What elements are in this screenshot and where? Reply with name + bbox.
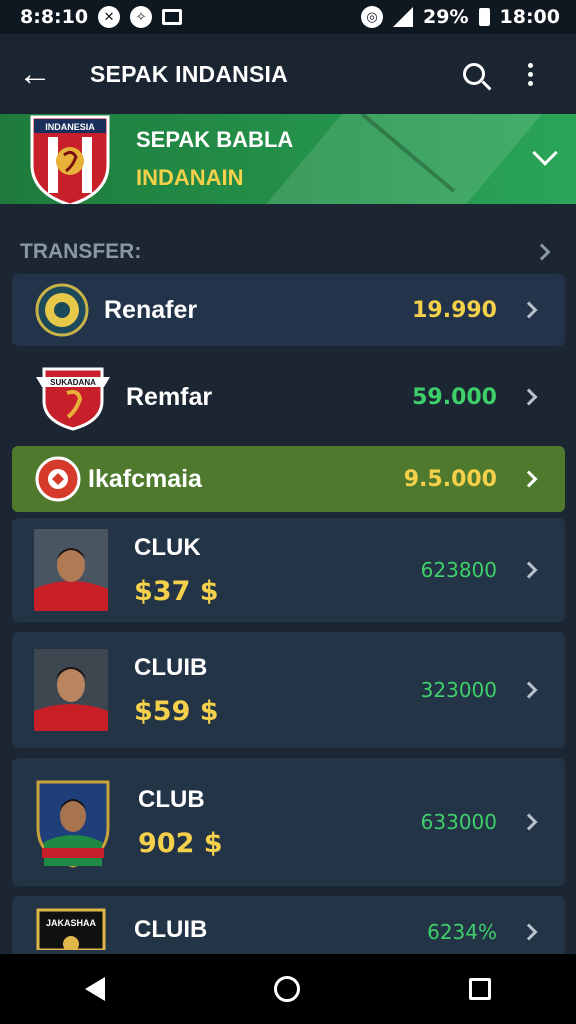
player-amount: 6234% — [427, 920, 497, 944]
crest-text: SUKADANA — [50, 378, 96, 387]
club-badge-icon — [35, 283, 89, 337]
player-crest-photo — [36, 780, 110, 868]
list-item[interactable]: SUKADANA Remfar 59.000 — [12, 354, 565, 440]
player-photo — [34, 649, 108, 731]
club-crest-icon: JAKASHAA — [36, 908, 106, 950]
chevron-right-icon — [520, 561, 538, 579]
club-badge-icon: SUKADANA — [36, 367, 110, 431]
nav-back-icon[interactable] — [84, 977, 105, 1001]
section-header[interactable]: TRANSFER: — [0, 234, 576, 270]
status-clock: 18:00 — [499, 6, 560, 28]
player-amount: 323000 — [420, 678, 497, 702]
signal-icon — [393, 7, 414, 27]
club-subtitle: INDANAIN — [136, 165, 244, 190]
player-club: CLUIB — [134, 653, 208, 681]
status-bar: 8:8:10 ✕ ✧ ◎ 29% 18:00 — [0, 0, 576, 34]
search-icon — [463, 63, 485, 85]
crest-text: JAKASHAA — [46, 918, 97, 928]
status-time: 8:8:10 — [20, 6, 89, 28]
chevron-right-icon — [520, 813, 538, 831]
more-vert-icon — [527, 62, 533, 86]
player-club: CLUK — [134, 533, 201, 561]
chevron-right-icon — [520, 923, 538, 941]
player-club: CLUB — [138, 785, 205, 813]
chevron-right-icon — [520, 470, 538, 488]
row-amount: 9.5.000 — [403, 466, 497, 492]
player-amount: 633000 — [420, 810, 497, 834]
wifi-icon: ◎ — [361, 6, 384, 28]
alarm-icon: ✧ — [130, 6, 153, 28]
row-label: Renafer — [104, 295, 198, 324]
row-label: Remfar — [126, 382, 213, 411]
more-button[interactable] — [502, 62, 558, 86]
player-price: 902 $ — [138, 827, 223, 859]
page-title: SEPAK INDANSIA — [90, 60, 288, 87]
battery-icon — [478, 8, 490, 26]
system-nav-bar — [0, 954, 576, 1024]
notification-icon: ✕ — [98, 6, 121, 28]
player-card[interactable]: CLUIB $59 $ 323000 — [12, 632, 565, 748]
chevron-right-icon — [533, 243, 551, 261]
arrow-left-icon[interactable]: ← — [18, 57, 66, 91]
club-name: SEPAK BABLA — [136, 127, 294, 152]
screen-icon — [162, 9, 183, 25]
list-item-highlighted[interactable]: Ikafcmaia 9.5.000 — [12, 446, 565, 512]
nav-home-icon[interactable] — [273, 976, 300, 1002]
app-bar: ← SEPAK INDANSIA — [0, 34, 576, 114]
club-header[interactable]: INDANESIA SEPAK BABLA INDANAIN — [0, 114, 576, 204]
section-label: TRANSFER: — [20, 240, 142, 263]
player-amount: 623800 — [420, 558, 497, 582]
player-card[interactable]: JAKASHAA CLUIB 6234% — [12, 896, 565, 954]
club-badge-icon — [35, 456, 81, 502]
row-label: Ikafcmaia — [88, 464, 202, 493]
search-button[interactable] — [446, 63, 502, 85]
chevron-right-icon — [520, 388, 538, 406]
player-photo — [34, 529, 108, 611]
list-item[interactable]: Renafer 19.990 — [12, 274, 565, 346]
chevron-right-icon — [520, 301, 538, 319]
player-price: $59 $ — [134, 695, 219, 727]
chevron-right-icon — [520, 681, 538, 699]
player-club: CLUIB — [134, 916, 208, 943]
chevron-down-icon[interactable] — [532, 140, 558, 166]
player-price: $37 $ — [134, 575, 219, 607]
player-card[interactable]: CLUK $37 $ 623800 — [12, 518, 565, 622]
battery-percent: 29% — [423, 6, 469, 28]
crest-text: INDANESIA — [45, 122, 95, 132]
row-amount: 19.990 — [412, 297, 497, 323]
club-crest-icon: INDANESIA — [30, 115, 110, 204]
player-card[interactable]: CLUB 902 $ 633000 — [12, 758, 565, 886]
nav-recents-icon[interactable] — [469, 978, 492, 1000]
row-amount: 59.000 — [412, 384, 497, 410]
